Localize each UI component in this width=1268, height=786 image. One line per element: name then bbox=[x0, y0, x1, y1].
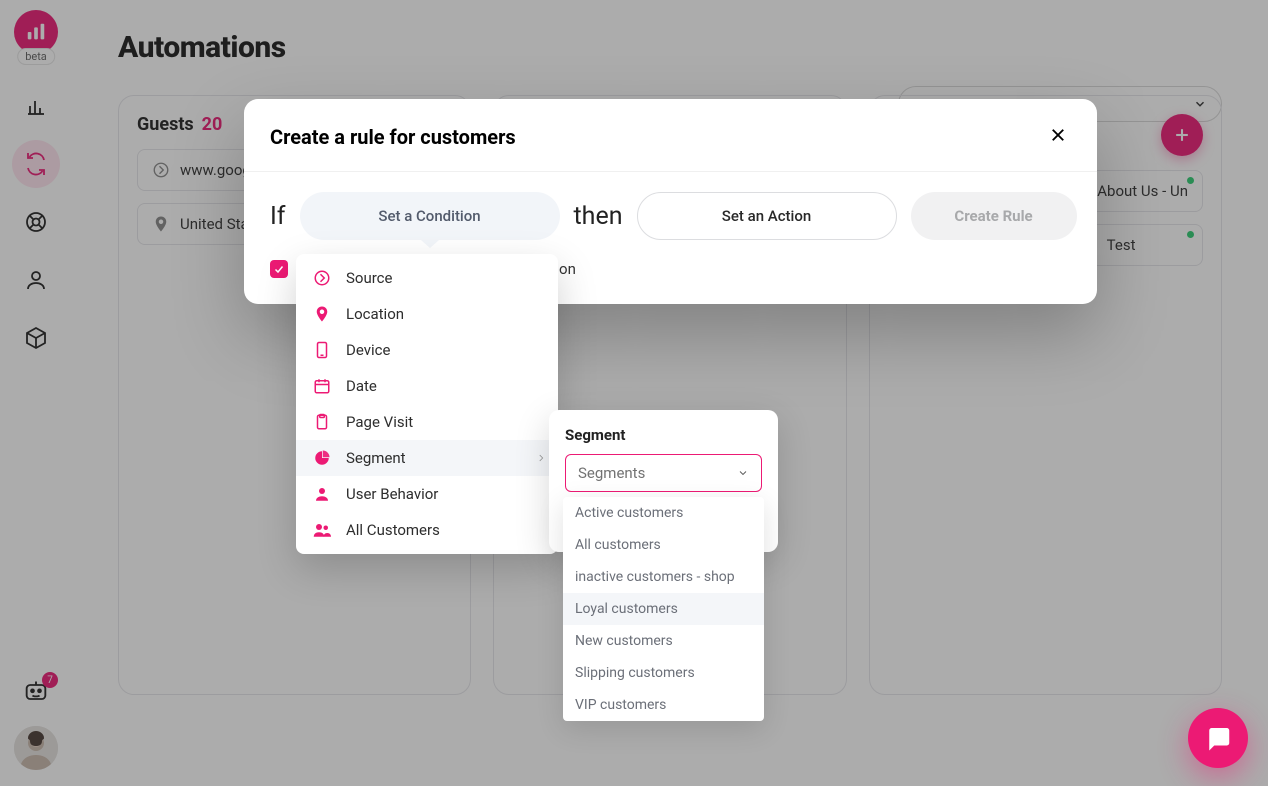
source-icon bbox=[313, 269, 331, 287]
condition-option-page-visit[interactable]: Page Visit bbox=[296, 404, 558, 440]
intercom-icon bbox=[1203, 723, 1233, 753]
condition-option-date[interactable]: Date bbox=[296, 368, 558, 404]
condition-option-segment[interactable]: Segment bbox=[296, 440, 558, 476]
condition-dropdown: Source Location Device Date bbox=[296, 254, 558, 554]
segment-options-list: Active customers All customers inactive … bbox=[563, 497, 764, 721]
segment-option[interactable]: Slipping customers bbox=[563, 657, 764, 689]
condition-option-location[interactable]: Location bbox=[296, 296, 558, 332]
set-action-label: Set an Action bbox=[722, 207, 811, 225]
segment-option[interactable]: inactive customers - shop bbox=[563, 561, 764, 593]
check-icon bbox=[273, 263, 285, 275]
help-fab[interactable] bbox=[1188, 708, 1248, 768]
condition-option-label: Segment bbox=[346, 449, 406, 467]
condition-option-user-behavior[interactable]: User Behavior bbox=[296, 476, 558, 512]
condition-option-source[interactable]: Source bbox=[296, 260, 558, 296]
location-pin-icon bbox=[313, 305, 331, 323]
calendar-icon bbox=[313, 377, 331, 395]
pie-chart-icon bbox=[313, 449, 331, 467]
condition-option-all-customers[interactable]: All Customers bbox=[296, 512, 558, 548]
segment-option[interactable]: All customers bbox=[563, 529, 764, 561]
condition-option-label: All Customers bbox=[346, 521, 440, 539]
set-condition-button[interactable]: Set a Condition bbox=[300, 192, 560, 240]
if-label: If bbox=[270, 202, 286, 231]
condition-option-label: Device bbox=[346, 341, 390, 359]
condition-option-device[interactable]: Device bbox=[296, 332, 558, 368]
chevron-down-icon bbox=[737, 467, 749, 479]
user-icon bbox=[313, 485, 331, 503]
segment-select-placeholder: Segments bbox=[578, 464, 645, 482]
condition-option-label: Date bbox=[346, 377, 377, 395]
segment-option[interactable]: New customers bbox=[563, 625, 764, 657]
segment-select[interactable]: Segments bbox=[565, 454, 762, 492]
create-rule-button[interactable]: Create Rule bbox=[911, 192, 1077, 240]
condition-option-label: User Behavior bbox=[346, 485, 438, 503]
segment-option[interactable]: Loyal customers bbox=[563, 593, 764, 625]
set-condition-label: Set a Condition bbox=[378, 207, 480, 225]
close-icon bbox=[1049, 126, 1067, 144]
set-action-button[interactable]: Set an Action bbox=[637, 192, 897, 240]
then-label: then bbox=[574, 202, 623, 231]
create-rule-label: Create Rule bbox=[954, 207, 1032, 225]
segment-panel-title: Segment bbox=[565, 426, 762, 444]
users-icon bbox=[312, 521, 332, 539]
segment-option[interactable]: Active customers bbox=[563, 497, 764, 529]
segment-option[interactable]: VIP customers bbox=[563, 689, 764, 721]
device-icon bbox=[313, 341, 331, 359]
chevron-right-icon bbox=[536, 453, 546, 463]
condition-option-label: Page Visit bbox=[346, 413, 413, 431]
apply-checkbox[interactable] bbox=[270, 260, 288, 278]
modal-title: Create a rule for customers bbox=[270, 125, 516, 149]
condition-option-label: Source bbox=[346, 269, 392, 287]
condition-option-label: Location bbox=[346, 305, 404, 323]
modal-close-button[interactable] bbox=[1045, 121, 1071, 153]
clipboard-icon bbox=[313, 413, 331, 431]
